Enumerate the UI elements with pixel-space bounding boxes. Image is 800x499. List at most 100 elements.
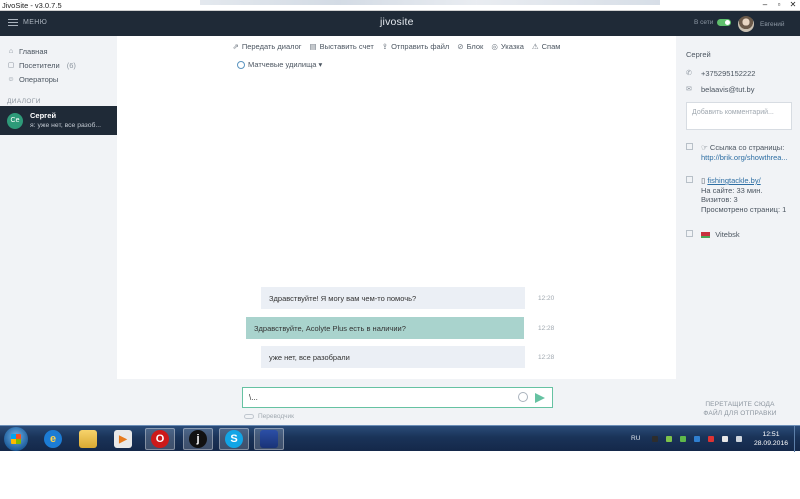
- status-label: В сети: [694, 19, 714, 26]
- tray-icon[interactable]: [708, 436, 714, 442]
- visitors-count: (6): [66, 60, 76, 70]
- agent-name: Евгений: [760, 20, 785, 28]
- phone-icon: ✆: [686, 70, 692, 77]
- taskbar-ie[interactable]: e: [38, 428, 68, 450]
- internet-explorer-icon: e: [44, 430, 62, 448]
- close-icon[interactable]: ✕: [786, 0, 800, 10]
- maximize-icon[interactable]: ▫: [772, 0, 786, 10]
- taskbar-network[interactable]: [254, 428, 284, 450]
- visit-stats-block: ▯ fishingtackle.by/ На сайте: 33 мин. Ви…: [686, 175, 786, 214]
- translator-label: Переводчик: [258, 413, 295, 420]
- opera-icon: O: [151, 430, 169, 448]
- block-button[interactable]: ⊘ Блок: [457, 40, 483, 52]
- visits-count: Визитов: 3: [701, 195, 738, 204]
- sidebar-item-home[interactable]: ⌂ Главная: [0, 44, 117, 58]
- system-clock[interactable]: 12:51 28.09.2016: [752, 430, 790, 448]
- pages-viewed: Просмотрено страниц: 1: [701, 204, 787, 214]
- file-dropzone[interactable]: ПЕРЕТАЩИТЕ СЮДА ФАЙЛ ДЛЯ ОТПРАВКИ: [700, 401, 780, 418]
- sidebar: ⌂ Главная ▢ Посетители (6) ☺ Операторы Д…: [0, 36, 117, 425]
- phone-value[interactable]: +375295152222: [701, 69, 755, 78]
- tray-icon[interactable]: [666, 436, 672, 442]
- invoice-icon: ▤: [309, 41, 317, 51]
- message-text: уже нет, все разобрали: [269, 352, 350, 362]
- menu-button[interactable]: МЕНЮ: [8, 19, 47, 26]
- translator-toggle[interactable]: Переводчик: [244, 413, 294, 420]
- toolbar-label: Спам: [541, 41, 561, 51]
- taskbar-jivosite[interactable]: j: [183, 428, 213, 450]
- toolbar-label: Выставить счет: [319, 41, 374, 51]
- chat-area: ⇗ Передать диалог ▤ Выставить счет ⇪ Отп…: [117, 36, 676, 379]
- email-value[interactable]: belaavis@tut.by: [701, 85, 754, 94]
- window-title: JivoSite - v3.0.7.5: [2, 0, 62, 10]
- taskbar-explorer[interactable]: [73, 428, 103, 450]
- operators-icon: ☺: [7, 75, 15, 83]
- send-file-button[interactable]: ⇪ Отправить файл: [382, 40, 449, 52]
- agent-profile[interactable]: Евгений: [738, 16, 784, 32]
- start-button[interactable]: [4, 427, 28, 451]
- referrer-link[interactable]: http://brik.org/showthrea...: [701, 153, 788, 162]
- show-desktop-button[interactable]: [794, 426, 800, 452]
- hamburger-icon: [8, 19, 18, 26]
- message-operator: уже нет, все разобрали: [261, 346, 525, 368]
- background-windows-strip: [200, 0, 660, 5]
- tray-icon[interactable]: [652, 436, 658, 442]
- jivosite-logo: jivosite: [380, 16, 414, 28]
- clock-date: 28.09.2016: [753, 440, 789, 447]
- message-client: Здравствуйте, Acolyte Plus есть в наличи…: [246, 317, 524, 339]
- sidebar-item-label: Главная: [19, 46, 48, 56]
- upload-icon: ⇪: [381, 41, 389, 51]
- tray-icon[interactable]: [722, 436, 728, 442]
- chat-toolbar: ⇗ Передать диалог ▤ Выставить счет ⇪ Отп…: [117, 40, 676, 52]
- menu-label: МЕНЮ: [23, 19, 48, 26]
- skype-icon: S: [225, 430, 243, 448]
- network-app-icon: [260, 430, 278, 448]
- toolbar-label: Передать диалог: [241, 41, 302, 51]
- tray-icon[interactable]: [694, 436, 700, 442]
- visitor-name: Сергей: [686, 50, 711, 59]
- app-header: МЕНЮ jivosite В сети Евгений: [0, 11, 800, 36]
- sidebar-item-visitors[interactable]: ▢ Посетители (6): [0, 58, 117, 72]
- dialog-name: Сергей: [30, 111, 57, 120]
- message-text: Здравствуйте! Я могу вам чем-то помочь?: [269, 293, 417, 303]
- visitor-info-panel: Сергей ✆ +375295152222 ✉ belaavis@tut.by…: [676, 36, 800, 425]
- source-page-dropdown[interactable]: Матчевые удилища ▾: [237, 60, 322, 69]
- expand-icon[interactable]: [686, 143, 693, 150]
- spam-button[interactable]: ⚠ Спам: [532, 40, 561, 52]
- minimize-icon[interactable]: –: [758, 0, 772, 10]
- time-on-site: На сайте: 33 мин.: [701, 185, 763, 195]
- expand-icon[interactable]: [686, 176, 693, 183]
- avatar: Се: [7, 112, 23, 129]
- city: Vitebsk: [715, 230, 740, 239]
- tray-icon[interactable]: [680, 436, 686, 442]
- message-time: 12:28: [538, 354, 555, 361]
- avatar: [738, 16, 754, 32]
- sidebar-item-label: Посетители: [19, 60, 60, 70]
- mail-icon: ✉: [686, 86, 692, 93]
- sidebar-nav: ⌂ Главная ▢ Посетители (6) ☺ Операторы: [0, 36, 117, 86]
- message-time: 12:20: [538, 295, 555, 302]
- taskbar-skype[interactable]: S: [219, 428, 249, 450]
- block-icon: ⊘: [457, 41, 464, 51]
- send-icon[interactable]: [535, 393, 545, 403]
- site-link[interactable]: fishingtackle.by/: [707, 176, 760, 185]
- comment-field[interactable]: Добавить комментарий...: [686, 102, 792, 130]
- taskbar-opera[interactable]: O: [145, 428, 175, 450]
- location-block: Vitebsk: [686, 229, 740, 240]
- clock-time: 12:51: [762, 431, 780, 438]
- window-titlebar: JivoSite - v3.0.7.5 – ▫ ✕: [0, 0, 800, 11]
- message-input[interactable]: \...: [242, 387, 553, 408]
- toolbar-label: Отправить файл: [391, 41, 450, 51]
- emoji-icon[interactable]: [518, 392, 528, 402]
- invoice-button[interactable]: ▤ Выставить счет: [309, 40, 373, 52]
- transfer-dialog-button[interactable]: ⇗ Передать диалог: [233, 40, 302, 52]
- language-indicator[interactable]: RU: [631, 435, 640, 442]
- taskbar-media[interactable]: ▶: [108, 428, 138, 450]
- dialog-preview: я: уже нет, все разоб...: [30, 122, 102, 129]
- sidebar-item-operators[interactable]: ☺ Операторы: [0, 72, 117, 86]
- online-toggle[interactable]: [717, 19, 732, 26]
- volume-icon[interactable]: [736, 436, 742, 442]
- pointer-button[interactable]: ◎ Указка: [491, 40, 524, 52]
- message-input-value: \...: [249, 393, 258, 402]
- expand-icon[interactable]: [686, 230, 693, 237]
- dialog-item-sergey[interactable]: Се Сергей я: уже нет, все разоб...: [0, 106, 117, 135]
